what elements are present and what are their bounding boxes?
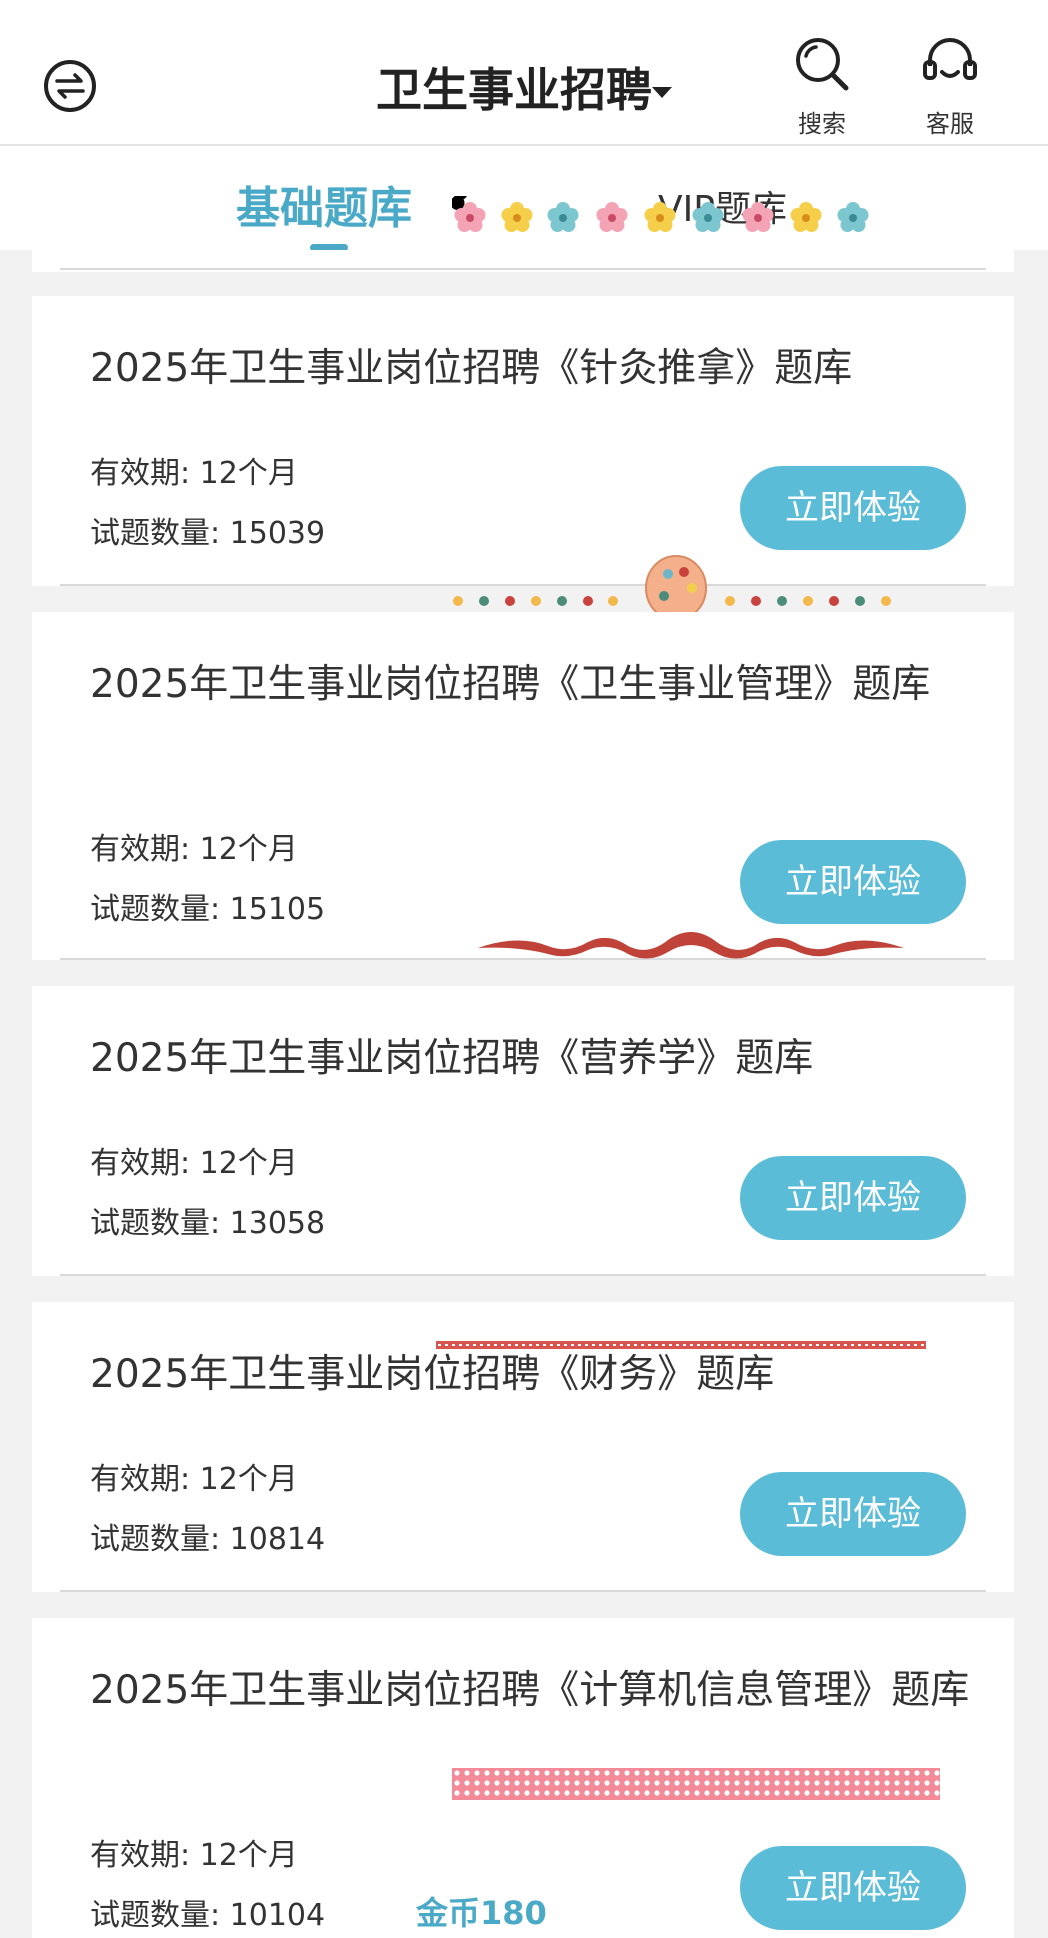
card-title: 2025年卫生事业岗位招聘《财务》题库 — [90, 1352, 775, 1397]
page-title[interactable]: 卫生事业招聘 — [376, 54, 652, 120]
category-selector[interactable]: 卫生事业招聘 — [0, 54, 1048, 120]
headset-icon — [923, 38, 977, 80]
checkered-decoration-icon — [452, 1768, 940, 1800]
validity-text: 有效期: 12个月 — [90, 1462, 298, 1497]
dotted-line-decoration-icon — [436, 1341, 926, 1349]
question-count: 试题数量: 15105 — [90, 892, 326, 927]
card-title: 2025年卫生事业岗位招聘《卫生事业管理》题库 — [90, 662, 931, 707]
validity-text: 有效期: 12个月 — [90, 1838, 298, 1873]
coins-price: 金币180 — [416, 1894, 547, 1932]
list-item[interactable]: 2025年卫生事业岗位招聘《针灸推拿》题库 有效期: 12个月 试题数量: 15… — [32, 296, 1014, 586]
validity-text: 有效期: 12个月 — [90, 1146, 298, 1181]
customer-service-button[interactable]: 客服 — [910, 34, 990, 139]
question-count: 试题数量: 10814 — [90, 1522, 326, 1557]
list-item[interactable]: 2025年卫生事业岗位招聘《营养学》题库 有效期: 12个月 试题数量: 130… — [32, 986, 1014, 1276]
flower-decoration-icon — [452, 196, 869, 232]
try-now-button[interactable]: 立即体验 — [740, 1472, 966, 1556]
card-title: 2025年卫生事业岗位招聘《针灸推拿》题库 — [90, 346, 853, 391]
validity-text: 有效期: 12个月 — [90, 456, 298, 491]
try-now-button[interactable]: 立即体验 — [740, 1156, 966, 1240]
try-now-button[interactable]: 立即体验 — [740, 466, 966, 550]
caret-down-icon[interactable] — [652, 87, 672, 98]
search-icon — [796, 38, 849, 91]
search-label: 搜索 — [798, 110, 846, 138]
validity-text: 有效期: 12个月 — [90, 832, 298, 867]
card-title: 2025年卫生事业岗位招聘《计算机信息管理》题库 — [90, 1668, 970, 1713]
try-now-button[interactable]: 立即体验 — [740, 840, 966, 924]
search-button[interactable]: 搜索 — [782, 34, 862, 139]
tab-basic-bank[interactable]: 基础题库 — [236, 172, 412, 236]
question-count: 试题数量: 10104 — [90, 1898, 326, 1933]
question-count: 试题数量: 15039 — [90, 516, 326, 551]
list-top-edge — [32, 250, 1014, 272]
try-now-button[interactable]: 立即体验 — [740, 1846, 966, 1930]
flourish-decoration-icon — [478, 932, 904, 959]
card-title: 2025年卫生事业岗位招聘《营养学》题库 — [90, 1036, 814, 1081]
service-label: 客服 — [926, 110, 974, 138]
list-item[interactable]: 2025年卫生事业岗位招聘《卫生事业管理》题库 有效期: 12个月 试题数量: … — [32, 612, 1014, 960]
top-bar: 卫生事业招聘 搜索 客服 — [0, 0, 1048, 146]
question-count: 试题数量: 13058 — [90, 1206, 326, 1241]
